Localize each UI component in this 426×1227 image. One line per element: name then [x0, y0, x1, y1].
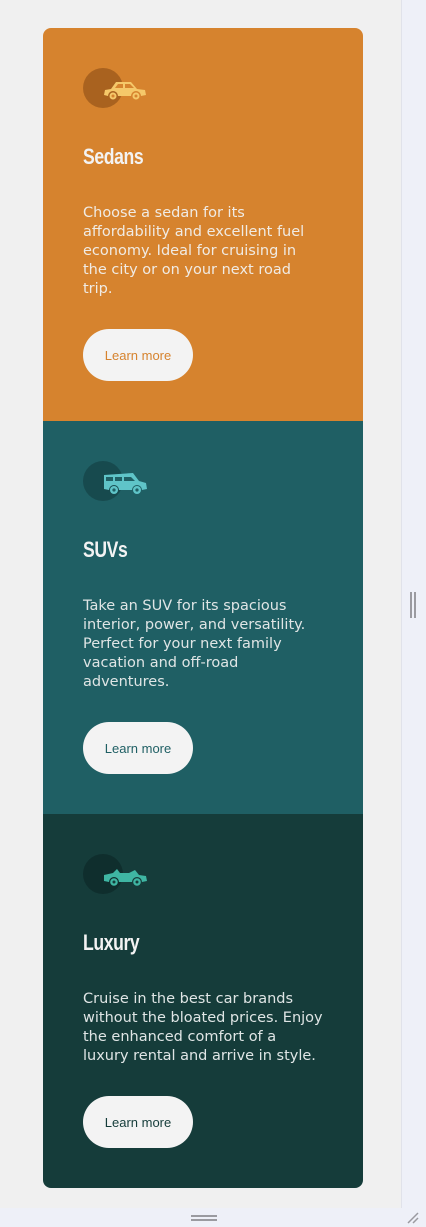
vertical-resize-handle[interactable]	[410, 592, 416, 618]
sedan-car-icon	[83, 68, 153, 108]
card-luxury: Luxury Cruise in the best car brands wit…	[43, 814, 363, 1188]
card-suvs: SUVs Take an SUV for its spacious interi…	[43, 421, 363, 814]
card-description: Cruise in the best car brands without th…	[83, 991, 323, 1064]
card-title: Luxury	[83, 930, 140, 955]
card-title: SUVs	[83, 537, 128, 562]
learn-more-button[interactable]: Learn more	[83, 1096, 193, 1148]
card-stack: Sedans Choose a sedan for its affordabil…	[43, 28, 363, 1188]
suv-car-icon	[83, 461, 153, 501]
learn-more-button[interactable]: Learn more	[83, 329, 193, 381]
learn-more-button[interactable]: Learn more	[83, 722, 193, 774]
page-viewport: Sedans Choose a sedan for its affordabil…	[0, 0, 402, 1208]
card-description: Take an SUV for its spacious interior, p…	[83, 598, 306, 690]
convertible-car-icon	[83, 854, 153, 894]
card-title: Sedans	[83, 144, 144, 169]
card-sedans: Sedans Choose a sedan for its affordabil…	[43, 28, 363, 421]
horizontal-resize-handle[interactable]	[191, 1215, 217, 1221]
resize-corner-icon[interactable]	[404, 1209, 420, 1225]
card-description: Choose a sedan for its affordability and…	[83, 205, 305, 297]
